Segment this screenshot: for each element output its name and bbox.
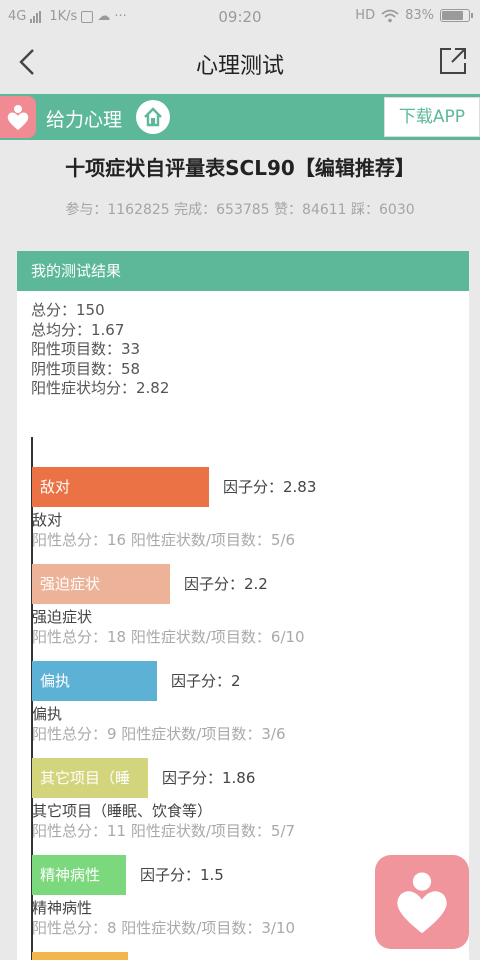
hd-label: HD	[355, 8, 376, 23]
factor-name: 强迫症状	[32, 608, 93, 626]
battery-percent: 83%	[405, 8, 434, 23]
factor-detail: 阳性总分：9 阳性症状数/项目数：3/6	[32, 725, 286, 743]
factor-name: 其它项目（睡眠、饮食等）	[32, 802, 213, 820]
factor-score: 因子分：1.5	[140, 866, 224, 884]
chart-bar: 敌对	[32, 467, 209, 507]
battery-icon	[440, 9, 473, 22]
home-icon[interactable]	[136, 100, 170, 134]
battery-fill	[442, 11, 463, 20]
test-stats: 参与：1162825 完成：653785 赞：84611 踩：6030	[65, 202, 415, 218]
brand-name: 给力心理	[46, 109, 123, 131]
factor-score: 因子分：2.2	[184, 575, 268, 593]
result-header: 我的测试结果	[17, 251, 469, 291]
status-right: HD 83%	[355, 8, 473, 23]
chart-bar: 其它项目（睡	[32, 758, 148, 798]
result-summary: 总分：150 总均分：1.67 阳性项目数：33 阴性项目数：58 阳性症状均分…	[31, 301, 169, 399]
factor-name: 偏执	[32, 705, 63, 723]
heart-person-icon	[397, 872, 447, 934]
factor-name: 精神病性	[32, 899, 93, 917]
factor-detail: 阳性总分：16 阳性症状数/项目数：5/6	[32, 531, 296, 549]
floating-app-button[interactable]	[375, 855, 469, 949]
factor-score: 因子分：2	[171, 672, 241, 690]
page-title: 心理测试	[195, 54, 284, 79]
factor-detail: 阳性总分：8 阳性症状数/项目数：3/10	[32, 919, 296, 937]
summary-total: 总分：150	[31, 301, 105, 319]
wifi-icon	[381, 9, 399, 22]
test-title: 十项症状自评量表SCL90【编辑推荐】	[65, 156, 415, 180]
summary-negative-count: 阴性项目数：58	[31, 359, 141, 378]
result-card: 我的测试结果 总分：150 总均分：1.67 阳性项目数：33 阴性项目数：58…	[17, 251, 469, 960]
summary-positive-count: 阳性项目数：33	[31, 340, 141, 358]
chart-bar-partial	[32, 952, 128, 960]
factor-detail: 阳性总分：11 阳性症状数/项目数：5/7	[32, 822, 296, 840]
brand-bar: 给力心理 下载APP	[0, 94, 480, 140]
summary-positive-average: 阳性症状均分：2.82	[31, 379, 170, 397]
factor-detail: 阳性总分：18 阳性症状数/项目数：6/10	[32, 628, 305, 646]
nav-bar: 心理测试	[0, 34, 480, 90]
chart-bar: 强迫症状	[32, 564, 170, 604]
factor-score: 因子分：1.86	[162, 769, 256, 787]
heart-person-icon	[7, 105, 29, 130]
brand-logo[interactable]	[0, 96, 36, 138]
factor-score: 因子分：2.83	[223, 478, 317, 496]
chart-bar: 偏执	[32, 661, 157, 701]
chart-bar: 精神病性	[32, 855, 126, 895]
status-bar: 4G 1K/s ☁ ··· 09:20 HD 83%	[0, 0, 480, 34]
share-icon[interactable]	[438, 46, 468, 76]
summary-average: 总均分：1.67	[31, 320, 125, 339]
download-app-button[interactable]: 下载APP	[384, 97, 480, 137]
factor-name: 敌对	[32, 511, 63, 529]
